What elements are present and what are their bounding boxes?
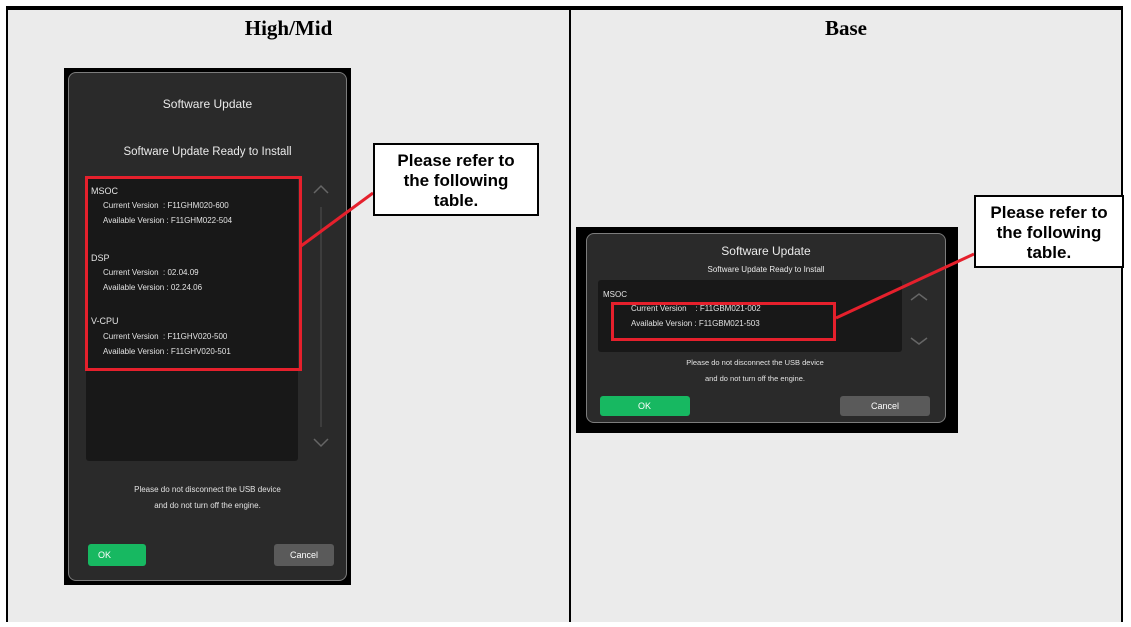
high-mid-callout: Please refer to the following table. bbox=[373, 143, 539, 216]
callout-line-3: table. bbox=[1026, 243, 1072, 262]
high-mid-connector-line bbox=[300, 191, 374, 248]
callout-line-1: Please refer to bbox=[990, 203, 1108, 222]
callout-line-3: table. bbox=[433, 191, 479, 210]
base-callout: Please refer to the following table. bbox=[974, 195, 1124, 268]
callout-line-2: the following bbox=[996, 223, 1102, 242]
base-connector-line bbox=[835, 252, 975, 320]
callout-connectors bbox=[300, 191, 975, 320]
callout-line-1: Please refer to bbox=[397, 151, 515, 170]
callout-line-2: the following bbox=[403, 171, 509, 190]
